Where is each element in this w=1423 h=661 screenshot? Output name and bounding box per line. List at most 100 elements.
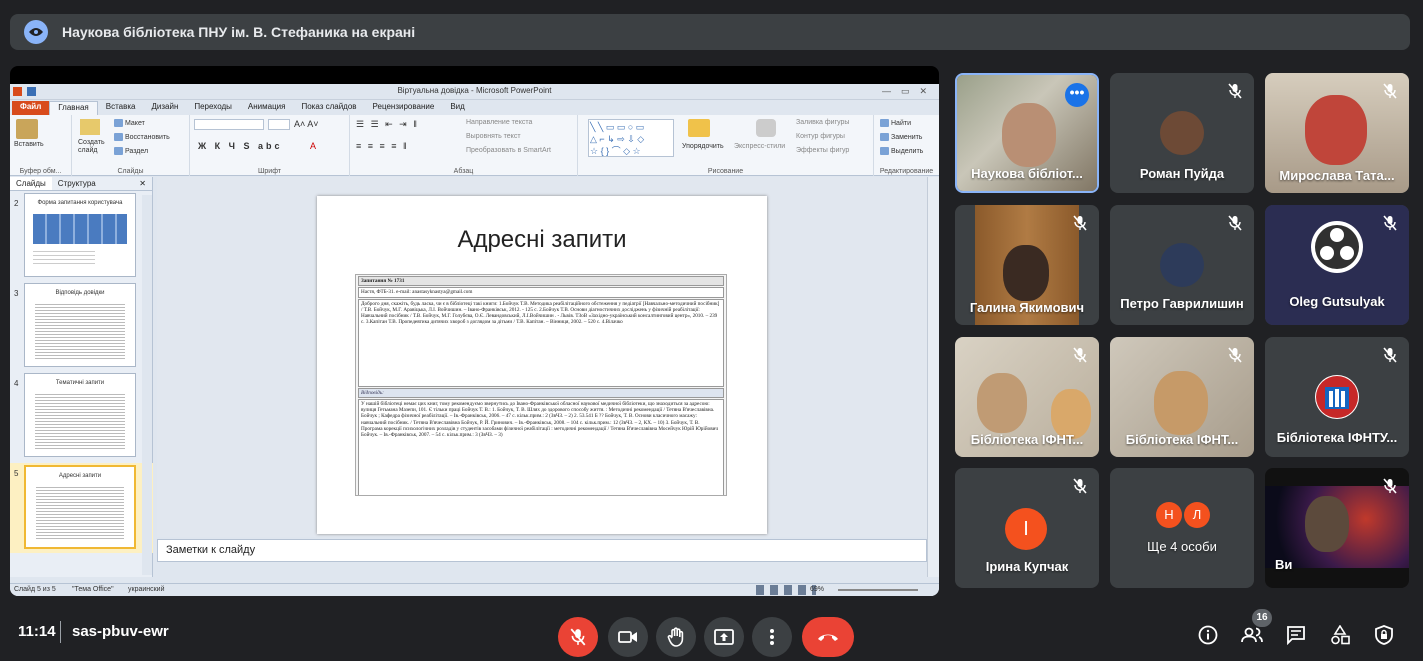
participant-name: Бібліотека ІФНТУ...	[1276, 430, 1398, 445]
doc-question: Доброго дня, скажіть, будь ласка, чи є в…	[358, 298, 724, 387]
leave-call-button[interactable]	[802, 617, 854, 657]
shape-outline-button[interactable]: Контур фигуры	[796, 133, 845, 140]
list-buttons[interactable]: ☰ ☰ ⇤ ⇥ ‖	[356, 119, 419, 130]
paste-icon[interactable]	[16, 119, 38, 139]
more-participants-tile[interactable]: Н Л Ще 4 особи	[1110, 468, 1254, 588]
tab-animation[interactable]: Анимация	[240, 101, 294, 115]
people-button[interactable]: 16	[1238, 609, 1272, 649]
find-button[interactable]: Найти	[880, 119, 911, 127]
presenter-logo-icon	[24, 20, 48, 44]
participant-name: Ви	[1275, 557, 1293, 572]
thumb-number: 5	[14, 469, 19, 478]
view-buttons[interactable]	[756, 585, 816, 595]
section-button[interactable]: Раздел	[114, 147, 148, 155]
replace-button[interactable]: Заменить	[880, 133, 922, 141]
more-options-icon[interactable]: •••	[1065, 83, 1089, 107]
shapes-gallery[interactable]: ╲ ╲ ▭ ▭ ○ ▭ △ ⌐ ↳ ⇨ ⇩ ◇ ☆ { } ⌒ ◇ ☆	[588, 119, 674, 157]
quick-access-bar: Віртуальна довідка - Microsoft PowerPoin…	[10, 84, 939, 100]
mic-toggle-button[interactable]	[558, 617, 598, 657]
powerpoint-window: Віртуальна довідка - Microsoft PowerPoin…	[10, 84, 939, 596]
font-color-icon[interactable]: A	[310, 141, 316, 151]
slide-thumbnail-2[interactable]: Форма запитання користувача	[24, 193, 136, 277]
pane-scrollbar[interactable]	[142, 195, 152, 575]
quick-styles-icon[interactable]	[756, 119, 776, 137]
font-name-select[interactable]	[194, 119, 264, 130]
group-slides: Создать слайд Макет Восстановить Раздел …	[72, 115, 190, 176]
new-slide-button[interactable]: Создать слайд	[78, 139, 108, 155]
slide-thumbnail-5[interactable]: Адресні запити	[24, 465, 136, 549]
participant-face	[1002, 103, 1056, 167]
participant-tile[interactable]: Роман Пуйда	[1110, 73, 1254, 193]
thumb-title: Форма запитання користувача	[37, 200, 123, 206]
align-buttons[interactable]: ≡ ≡ ≡ ≡ ‖	[356, 141, 409, 151]
shape-fill-button[interactable]: Заливка фигуры	[796, 119, 849, 126]
align-text-button[interactable]: Выровнять текст	[466, 133, 521, 140]
stage-scrollbar[interactable]	[927, 177, 939, 577]
current-slide[interactable]: Адресні запити Запитання № 1731 Настя, Ф…	[317, 196, 767, 534]
mic-off-icon	[1383, 83, 1397, 99]
camera-icon	[618, 631, 637, 643]
new-slide-icon[interactable]	[80, 119, 100, 135]
tab-slides[interactable]: Слайды	[10, 177, 52, 190]
tab-review[interactable]: Рецензирование	[365, 101, 443, 115]
participant-tile[interactable]: Бібліотека ІФНТ...	[1110, 337, 1254, 457]
arrange-button[interactable]: Упорядочить	[682, 143, 724, 150]
participant-face	[1003, 245, 1049, 301]
participant-tile[interactable]: Oleg Gutsulyak	[1265, 205, 1409, 325]
raise-hand-button[interactable]	[656, 617, 696, 657]
select-button[interactable]: Выделить	[880, 147, 923, 155]
quick-styles-button[interactable]: Экспресс-стили	[734, 143, 785, 150]
arrange-icon[interactable]	[688, 119, 710, 137]
more-options-button[interactable]	[752, 617, 792, 657]
participant-name: Петро Гаврилишин	[1120, 296, 1244, 311]
info-icon	[1198, 625, 1218, 645]
participant-tile[interactable]: Мирослава Тата...	[1265, 73, 1409, 193]
activities-button[interactable]	[1326, 621, 1354, 649]
zoom-slider[interactable]	[838, 589, 918, 591]
chat-button[interactable]	[1282, 621, 1310, 649]
avatar-initial: Л	[1184, 502, 1210, 528]
self-tile[interactable]: Ви	[1265, 468, 1409, 588]
reset-button[interactable]: Восстановить	[114, 133, 170, 141]
group-paragraph: ☰ ☰ ⇤ ⇥ ‖ ≡ ≡ ≡ ≡ ‖ Направление текста В…	[350, 115, 578, 176]
participant-tile[interactable]: Петро Гаврилишин	[1110, 205, 1254, 325]
present-screen-button[interactable]	[704, 617, 744, 657]
close-pane-icon[interactable]: ✕	[133, 177, 152, 190]
participant-tile[interactable]: Бібліотека ІФНТУ...	[1265, 337, 1409, 457]
slide-thumbnail-3[interactable]: Відповідь довідки	[24, 283, 136, 367]
tab-insert[interactable]: Вставка	[98, 101, 144, 115]
meeting-details-button[interactable]	[1194, 621, 1222, 649]
tab-design[interactable]: Дизайн	[143, 101, 186, 115]
font-format-buttons[interactable]: Ж К Ч S abc	[198, 141, 282, 151]
text-direction-button[interactable]: Направление текста	[466, 119, 532, 126]
font-grow-icon[interactable]: A˄ A˅	[294, 119, 319, 129]
doc-answer-label: Відповідь:	[358, 387, 724, 398]
smartart-button[interactable]: Преобразовать в SmartArt	[466, 147, 551, 154]
tab-view[interactable]: Вид	[442, 101, 472, 115]
slide-thumbnail-4[interactable]: Тематичні запити	[24, 373, 136, 457]
meeting-code: sas-pbuv-ewr	[72, 623, 169, 640]
save-icon[interactable]	[27, 87, 36, 96]
participant-tile[interactable]: ••• Наукова бібліот...	[955, 73, 1099, 193]
participant-tile[interactable]: І Ірина Купчак	[955, 468, 1099, 588]
paste-button[interactable]: Вставить	[14, 141, 44, 148]
thumb-title: Відповідь довідки	[55, 290, 105, 296]
participant-tile[interactable]: Галина Якимович	[955, 205, 1099, 325]
shape-effects-button[interactable]: Эффекты фигур	[796, 147, 849, 154]
tab-transitions[interactable]: Переходы	[186, 101, 240, 115]
participant-name: Бібліотека ІФНТ...	[970, 432, 1084, 447]
thumb-form-image	[33, 214, 127, 244]
font-size-select[interactable]	[268, 119, 290, 130]
layout-button[interactable]: Макет	[114, 119, 145, 127]
tab-home[interactable]: Главная	[49, 101, 98, 115]
host-controls-button[interactable]	[1370, 621, 1398, 649]
tab-file[interactable]: Файл	[12, 101, 50, 115]
participant-name: Роман Пуйда	[1139, 166, 1225, 181]
camera-toggle-button[interactable]	[608, 617, 648, 657]
tab-outline[interactable]: Структура	[52, 177, 102, 190]
notes-field[interactable]: Заметки к слайду	[157, 539, 927, 562]
participant-tile[interactable]: Бібліотека ІФНТ...	[955, 337, 1099, 457]
window-controls[interactable]: — ▭ ✕	[882, 86, 927, 97]
tab-slideshow[interactable]: Показ слайдов	[293, 101, 364, 115]
doc-answer: У нашій бібліотеці немає цих книг, тому …	[358, 398, 724, 495]
